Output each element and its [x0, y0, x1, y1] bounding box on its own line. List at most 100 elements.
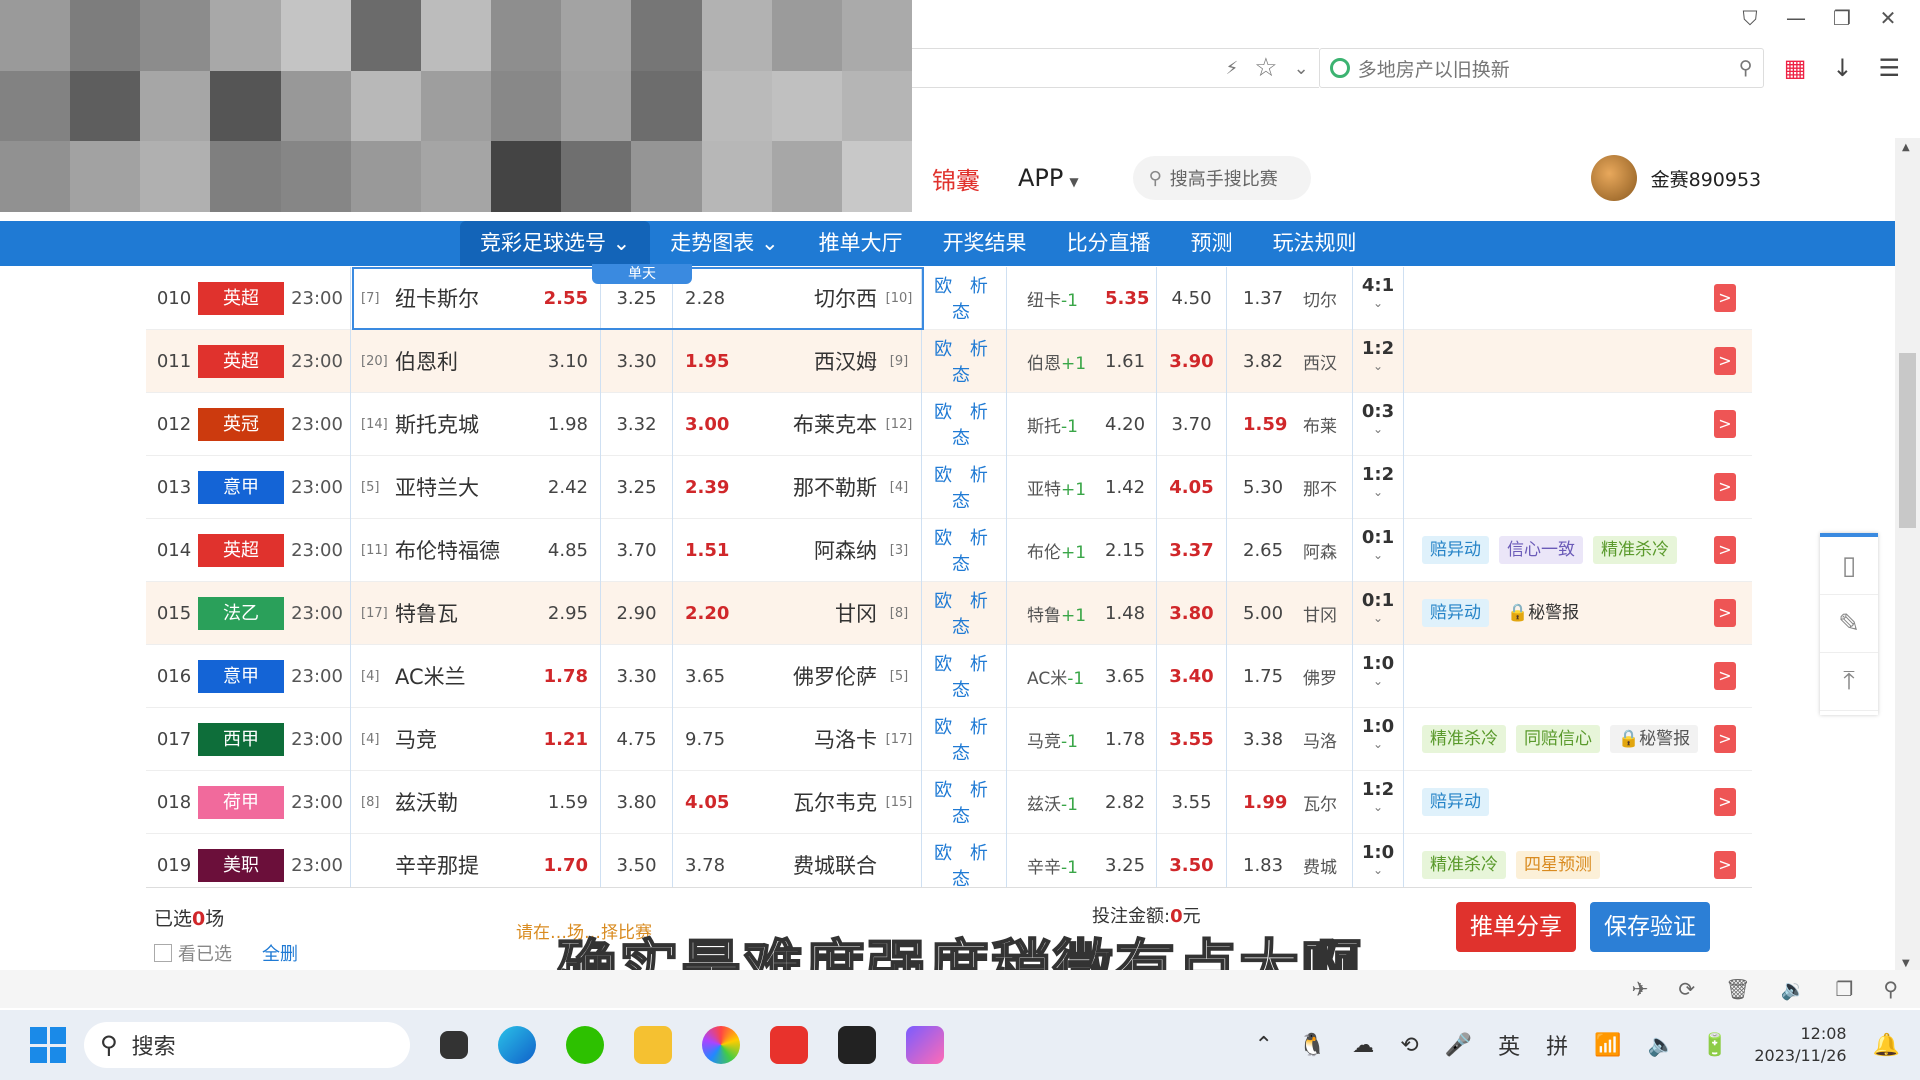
system-clock[interactable]: 12:08 2023/11/26 — [1754, 1023, 1846, 1067]
score-select[interactable]: 1:2 ⌄ — [1352, 455, 1404, 519]
score-select[interactable]: 4:1 ⌄ — [1352, 266, 1404, 330]
app-menu[interactable]: APP ▼ — [1018, 164, 1079, 192]
nav-item-live-score[interactable]: 比分直播 — [1047, 221, 1171, 266]
mic-icon[interactable]: 🎤 — [1445, 1033, 1472, 1058]
lightning-icon[interactable]: ⚡ — [1226, 58, 1239, 79]
chevron-right-icon[interactable]: > — [1714, 347, 1736, 375]
match-tag[interactable]: 赔异动 — [1422, 599, 1489, 627]
analysis-links[interactable]: 欧 析 态 — [922, 398, 1006, 450]
score-select[interactable]: 1:2 ⌄ — [1352, 329, 1404, 393]
league-badge[interactable]: 意甲 — [198, 470, 284, 504]
away-win-cell[interactable]: 1.95 西汉姆 [9] — [672, 329, 922, 393]
chevron-right-icon[interactable]: > — [1714, 284, 1736, 312]
handicap-home-cell[interactable]: 布伦+1 2.15 — [1006, 518, 1156, 582]
chevron-right-icon[interactable]: > — [1714, 662, 1736, 690]
zoom-icon[interactable]: ⚲ — [1883, 977, 1898, 1001]
draw-odds[interactable]: 3.25 — [600, 455, 672, 519]
analysis-links[interactable]: 欧 析 态 — [922, 587, 1006, 639]
notification-icon[interactable]: 🔔 — [1873, 1033, 1900, 1058]
draw-odds[interactable]: 4.75 — [600, 707, 672, 771]
sync-icon[interactable]: ⟲ — [1400, 1033, 1418, 1058]
table-row[interactable]: 010 英超 23:00 [7] 纽卡斯尔 2.55 3.25 2.28 切尔西… — [146, 266, 1752, 330]
url-field[interactable]: ⚡ ☆ ⌄ — [912, 48, 1319, 88]
photos-icon[interactable] — [702, 1026, 740, 1064]
handicap-home-cell[interactable]: 马竞-1 1.78 — [1006, 707, 1156, 771]
match-tag[interactable]: 信心一致 — [1499, 536, 1583, 564]
match-tag[interactable]: 四星预测 — [1516, 851, 1600, 879]
handicap-draw-odds[interactable]: 4.50 — [1156, 266, 1226, 330]
analysis-links[interactable]: 欧 析 态 — [922, 713, 1006, 765]
nav-item-trend[interactable]: 走势图表 ⌄ — [650, 221, 798, 266]
home-win-cell[interactable]: [17] 特鲁瓦 2.95 — [350, 581, 600, 645]
league-badge[interactable]: 法乙 — [198, 596, 284, 630]
table-row[interactable]: 015 法乙 23:00 [17] 特鲁瓦 2.95 2.90 2.20 甘冈 … — [146, 581, 1752, 645]
score-select[interactable]: 0:3 ⌄ — [1352, 392, 1404, 456]
handicap-away-cell[interactable]: 3.82 西汉 — [1226, 329, 1352, 393]
handicap-home-cell[interactable]: AC米-1 3.65 — [1006, 644, 1156, 708]
scroll-up-icon[interactable]: ▲ — [1902, 142, 1910, 153]
browser-search-box[interactable]: 多地房产以旧换新 ⚲ — [1318, 48, 1764, 88]
away-win-cell[interactable]: 3.65 佛罗伦萨 [5] — [672, 644, 922, 708]
chevron-right-icon[interactable]: > — [1714, 725, 1736, 753]
trash-icon[interactable]: 🗑 — [1725, 977, 1750, 1001]
handicap-home-cell[interactable]: 亚特+1 1.42 — [1006, 455, 1156, 519]
scroll-thumb[interactable] — [1899, 353, 1916, 528]
match-tag[interactable]: 赔异动 — [1422, 536, 1489, 564]
match-tag[interactable]: 精准杀冷 — [1593, 536, 1677, 564]
draw-odds[interactable]: 3.32 — [600, 392, 672, 456]
handicap-draw-odds[interactable]: 4.05 — [1156, 455, 1226, 519]
taskbar-search[interactable]: ⚲ 搜索 — [84, 1022, 410, 1068]
away-win-cell[interactable]: 4.05 瓦尔韦克 [15] — [672, 770, 922, 834]
table-row[interactable]: 017 西甲 23:00 [4] 马竞 1.21 4.75 9.75 马洛卡 [… — [146, 707, 1752, 771]
menu-icon[interactable]: ☰ — [1878, 54, 1900, 82]
pin-icon[interactable]: ✈ — [1632, 977, 1649, 1001]
handicap-away-cell[interactable]: 1.37 切尔 — [1226, 266, 1352, 330]
away-win-cell[interactable]: 9.75 马洛卡 [17] — [672, 707, 922, 771]
handicap-draw-odds[interactable]: 3.40 — [1156, 644, 1226, 708]
draw-odds[interactable]: 3.30 — [600, 329, 672, 393]
table-row[interactable]: 013 意甲 23:00 [5] 亚特兰大 2.42 3.25 2.39 那不勒… — [146, 455, 1752, 519]
away-win-cell[interactable]: 2.28 切尔西 [10] — [672, 266, 922, 330]
star-icon[interactable]: ☆ — [1254, 53, 1277, 83]
handicap-draw-odds[interactable]: 3.90 — [1156, 329, 1226, 393]
windows-start-icon[interactable] — [30, 1027, 66, 1063]
avatar[interactable] — [1590, 155, 1637, 201]
chevron-right-icon[interactable]: > — [1714, 599, 1736, 627]
wifi-icon[interactable]: 📶 — [1594, 1033, 1621, 1058]
match-tag[interactable]: 精准杀冷 — [1422, 725, 1506, 753]
edge-icon[interactable] — [498, 1026, 536, 1064]
handicap-home-cell[interactable]: 兹沃-1 2.82 — [1006, 770, 1156, 834]
handicap-away-cell[interactable]: 1.59 布莱 — [1226, 392, 1352, 456]
chevron-right-icon[interactable]: > — [1714, 473, 1736, 501]
handicap-draw-odds[interactable]: 3.70 — [1156, 392, 1226, 456]
handicap-draw-odds[interactable]: 3.80 — [1156, 581, 1226, 645]
table-row[interactable]: 011 英超 23:00 [20] 伯恩利 3.10 3.30 1.95 西汉姆… — [146, 329, 1752, 393]
handicap-home-cell[interactable]: 特鲁+1 1.48 — [1006, 581, 1156, 645]
refresh-icon[interactable]: ⟳ — [1678, 977, 1695, 1001]
away-win-cell[interactable]: 2.20 甘冈 [8] — [672, 581, 922, 645]
analysis-links[interactable]: 欧 析 态 — [922, 524, 1006, 576]
handicap-away-cell[interactable]: 3.38 马洛 — [1226, 707, 1352, 771]
handicap-away-cell[interactable]: 5.00 甘冈 — [1226, 581, 1352, 645]
handicap-home-cell[interactable]: 斯托-1 4.20 — [1006, 392, 1156, 456]
home-win-cell[interactable]: [7] 纽卡斯尔 2.55 — [350, 266, 600, 330]
handicap-away-cell[interactable]: 1.99 瓦尔 — [1226, 770, 1352, 834]
page-scrollbar[interactable]: ▲ ▼ — [1895, 138, 1920, 973]
handicap-away-cell[interactable]: 2.65 阿森 — [1226, 518, 1352, 582]
search-icon[interactable]: ⚲ — [1739, 57, 1753, 79]
handicap-draw-odds[interactable]: 3.55 — [1156, 707, 1226, 771]
wechat-icon[interactable] — [566, 1026, 604, 1064]
minimize-icon[interactable]: — — [1786, 8, 1806, 28]
league-badge[interactable]: 英超 — [198, 344, 284, 378]
window-icon[interactable]: ❐ — [1835, 977, 1853, 1001]
score-select[interactable]: 0:1 ⌄ — [1352, 518, 1404, 582]
league-badge[interactable]: 英冠 — [198, 407, 284, 441]
league-badge[interactable]: 英超 — [198, 281, 284, 315]
mobile-icon[interactable]: ▯ — [1820, 537, 1878, 595]
handicap-home-cell[interactable]: 纽卡-1 5.35 — [1006, 266, 1156, 330]
draw-odds[interactable]: 3.80 — [600, 770, 672, 834]
handicap-away-cell[interactable]: 5.30 那不 — [1226, 455, 1352, 519]
score-select[interactable]: 1:2 ⌄ — [1352, 770, 1404, 834]
analysis-links[interactable]: 欧 析 态 — [922, 839, 1006, 891]
away-win-cell[interactable]: 3.00 布莱克本 [12] — [672, 392, 922, 456]
